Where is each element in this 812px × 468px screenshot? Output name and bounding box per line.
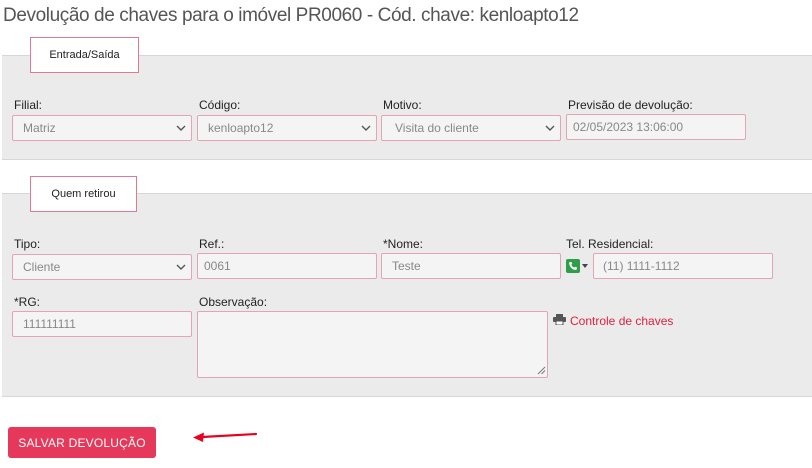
tab-entrada-saida[interactable]: Entrada/Saída	[30, 37, 139, 73]
page-title: Devolução de chaves para o imóvel PR0060…	[3, 5, 579, 26]
rg-label: *RG:	[14, 295, 41, 309]
resize-handle-icon[interactable]	[537, 366, 546, 375]
print-icon	[553, 314, 566, 325]
filial-value: Matriz	[23, 121, 56, 135]
tel-label: Tel. Residencial:	[566, 237, 654, 251]
save-devolucao-button[interactable]: SALVAR DEVOLUÇÃO	[8, 427, 156, 458]
phone-type-dropdown[interactable]	[566, 258, 588, 274]
caret-down-icon	[582, 264, 588, 268]
phone-icon	[566, 259, 580, 273]
controle-de-chaves-link[interactable]: Controle de chaves	[570, 314, 673, 328]
tipo-select[interactable]: Cliente	[12, 254, 192, 280]
previsao-input[interactable]: 02/05/2023 13:06:00	[566, 114, 746, 140]
observacao-textarea[interactable]	[197, 311, 548, 378]
tipo-label: Tipo:	[14, 237, 41, 251]
filial-select[interactable]: Matriz	[12, 115, 192, 141]
chevron-down-icon	[176, 125, 186, 131]
tipo-value: Cliente	[23, 260, 61, 274]
chevron-down-icon	[361, 125, 371, 131]
motivo-select[interactable]: Visita do cliente	[381, 115, 561, 141]
ref-label: Ref.:	[199, 237, 225, 251]
codigo-value: kenloapto12	[208, 121, 274, 135]
tel-input[interactable]: (11) 1111-1112	[593, 253, 773, 279]
rg-input[interactable]: 111111111	[12, 311, 192, 337]
codigo-label: Código:	[199, 98, 241, 112]
chevron-down-icon	[545, 125, 555, 131]
motivo-label: Motivo:	[383, 98, 422, 112]
ref-input[interactable]: 0061	[197, 253, 377, 279]
motivo-value: Visita do cliente	[395, 121, 479, 135]
filial-label: Filial:	[14, 98, 43, 112]
nome-label: *Nome:	[383, 237, 424, 251]
codigo-select[interactable]: kenloapto12	[197, 115, 377, 141]
chevron-down-icon	[176, 264, 186, 270]
observacao-label: Observação:	[199, 295, 268, 309]
arrow-annotation-icon	[193, 432, 258, 442]
previsao-label: Previsão de devolução:	[568, 98, 693, 112]
nome-input[interactable]: Teste	[381, 253, 561, 279]
tab-quem-retirou[interactable]: Quem retirou	[30, 176, 137, 212]
